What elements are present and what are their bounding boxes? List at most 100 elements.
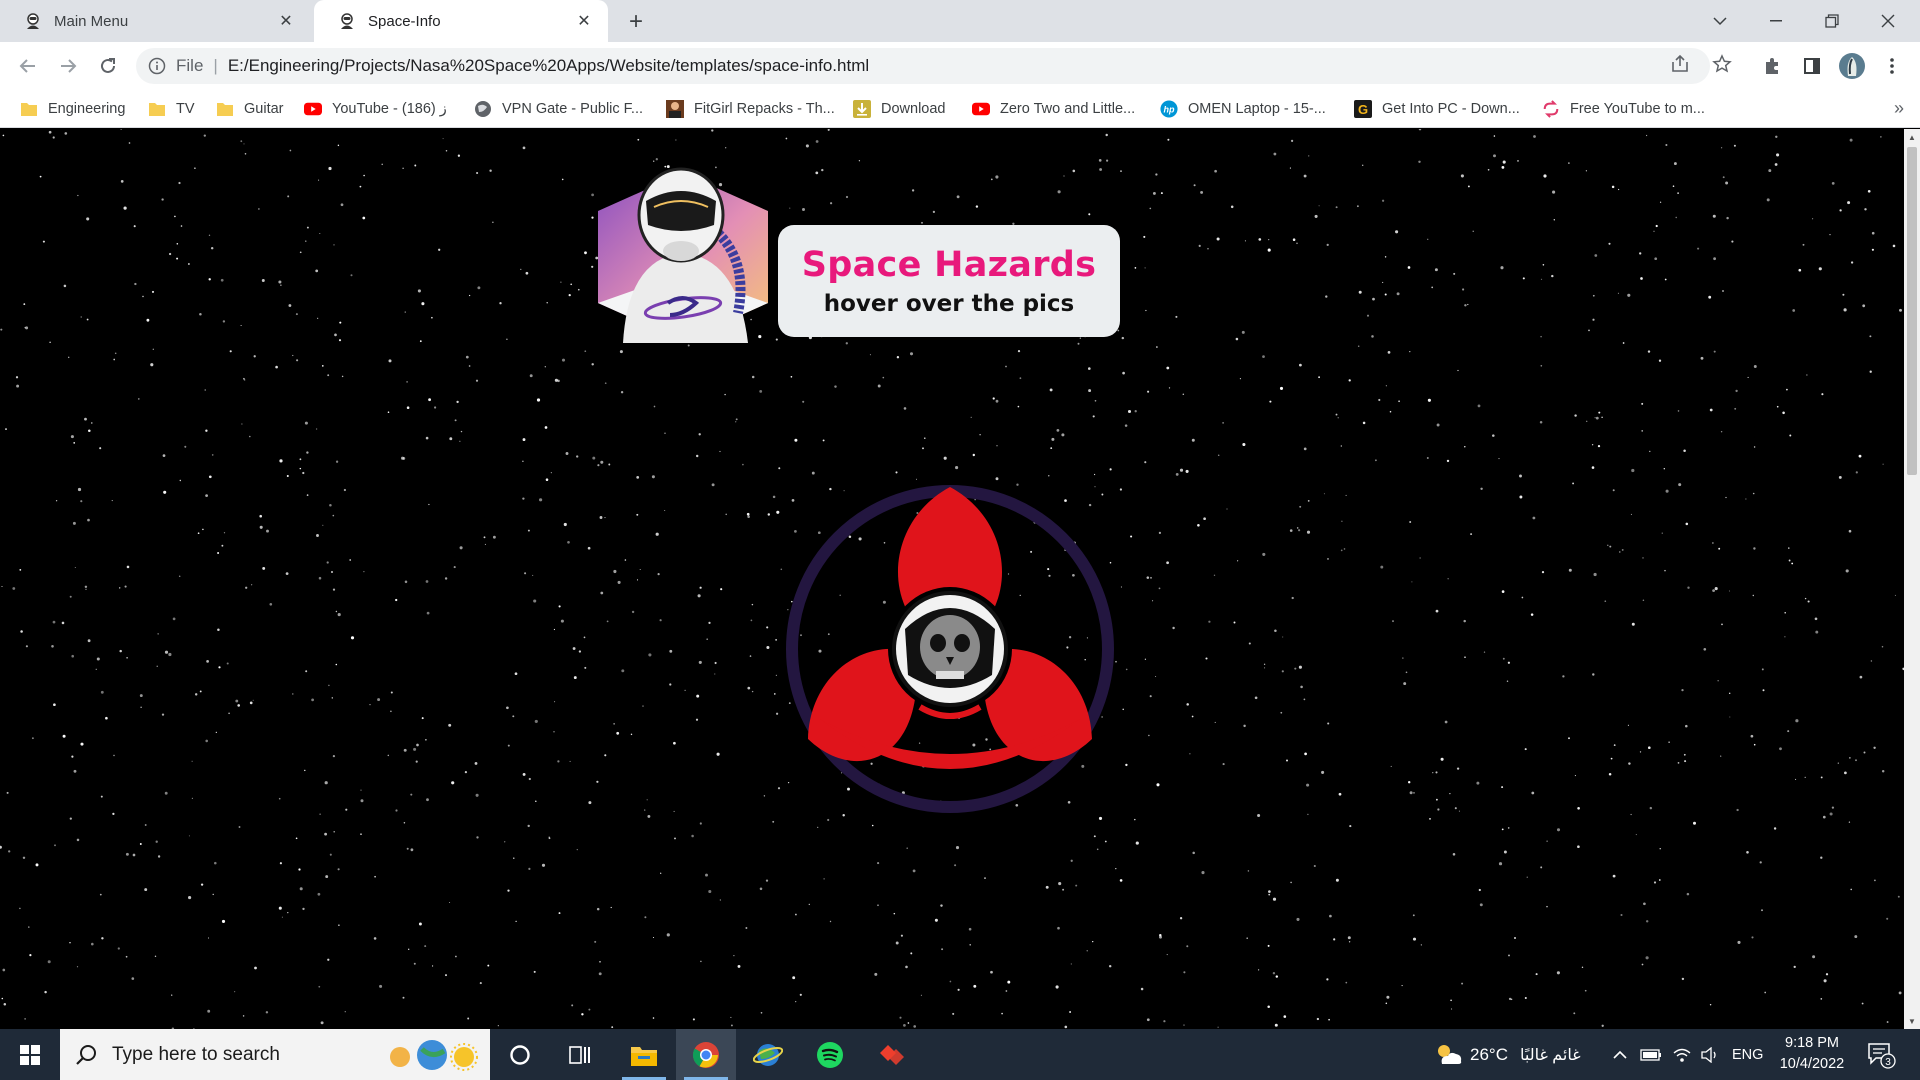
title-card: Space Hazards hover over the pics (778, 225, 1120, 337)
wifi-icon[interactable] (1672, 1029, 1692, 1080)
tab-title: Space-Info (368, 12, 441, 30)
youtube-icon (972, 100, 990, 118)
bookmark-item[interactable]: FitGirl Repacks - Th... (666, 98, 835, 120)
getintopc-icon: G (1354, 100, 1372, 118)
bookmark-label: FitGirl Repacks - Th... (694, 101, 835, 117)
minimize-icon[interactable] (1748, 0, 1804, 42)
browser-toolbar: File | E:/Engineering/Projects/Nasa%20Sp… (0, 42, 1920, 90)
bookmarks-bar: Engineering TV Guitar YouTube - ز (186) VPN … (0, 90, 1920, 128)
scroll-up-arrow-icon[interactable]: ▲ (1904, 129, 1920, 145)
address-bar[interactable]: File | E:/Engineering/Projects/Nasa%20Sp… (136, 48, 1710, 84)
weather-temp: 26°C (1470, 1044, 1508, 1064)
clock-date: 10/4/2022 (1779, 1056, 1845, 1072)
vertical-scrollbar[interactable]: ▲ ▼ (1904, 129, 1920, 1029)
bookmark-item[interactable]: YouTube - ز (186) (304, 98, 447, 120)
bookmark-label: Get Into PC - Down... (1382, 101, 1520, 117)
scroll-thumb[interactable] (1907, 147, 1917, 475)
spotify-icon[interactable] (800, 1029, 860, 1080)
info-icon[interactable] (148, 57, 166, 75)
share-icon[interactable] (1664, 48, 1696, 80)
anydesk-icon[interactable] (862, 1029, 922, 1080)
tab-close-icon[interactable]: ✕ (276, 11, 296, 31)
windows-taskbar: Type here to search 26°C غائم غالبًا ENG… (0, 1029, 1920, 1080)
kebab-menu-icon[interactable] (1876, 50, 1908, 82)
bookmark-item[interactable]: TV (148, 98, 195, 120)
search-highlight-planets-icon (390, 1040, 478, 1071)
language-indicator[interactable]: ENG (1732, 1029, 1763, 1080)
address-scheme: File (176, 56, 204, 75)
bookmark-label: Zero Two and Little... (1000, 101, 1136, 117)
page-viewport: Space Hazards hover over the pics (0, 129, 1904, 1029)
bookmarks-overflow-icon[interactable]: » (1894, 98, 1904, 119)
bookmark-item[interactable]: Engineering (20, 98, 125, 120)
globe-icon (474, 100, 492, 118)
search-icon (76, 1044, 96, 1065)
notification-count: 3 (1885, 1057, 1891, 1068)
biohazard-skull-astronaut-image[interactable] (780, 479, 1120, 819)
svg-text:G: G (1358, 102, 1368, 117)
bookmark-item[interactable]: Free YouTube to m... (1542, 98, 1705, 120)
bookmark-item[interactable]: Guitar (216, 98, 284, 120)
hp-icon: hp (1160, 100, 1178, 118)
taskbar-search-input[interactable]: Type here to search (60, 1029, 490, 1080)
page-title: Space Hazards (801, 245, 1097, 285)
bookmark-label: TV (176, 101, 195, 117)
clock-time: 9:18 PM (1785, 1035, 1839, 1051)
taskbar-clock[interactable]: 9:18 PM 10/4/2022 (1768, 1033, 1856, 1075)
tab-main-menu[interactable]: Main Menu ✕ (0, 0, 310, 42)
weather-widget[interactable]: 26°C غائم غالبًا (1434, 1029, 1581, 1080)
bookmark-label: Engineering (48, 101, 126, 117)
tab-search-chevron-icon[interactable] (1692, 0, 1748, 42)
battery-icon[interactable] (1640, 1029, 1662, 1080)
volume-icon[interactable] (1700, 1029, 1720, 1080)
show-hidden-icons-chevron-icon[interactable] (1612, 1029, 1628, 1080)
bookmark-label: OMEN Laptop - 15-... (1188, 101, 1326, 117)
astronaut-favicon (24, 12, 42, 30)
tab-title: Main Menu (54, 12, 129, 30)
folder-icon (216, 100, 234, 118)
bookmark-item[interactable]: Download (853, 98, 946, 120)
fitgirl-icon (666, 100, 684, 118)
profile-avatar[interactable] (1836, 50, 1868, 82)
astronaut-favicon (338, 12, 356, 30)
star-icon[interactable] (1706, 48, 1738, 80)
file-explorer-icon[interactable] (614, 1029, 674, 1080)
close-icon[interactable] (1860, 0, 1916, 42)
forward-arrow-icon[interactable] (52, 50, 84, 82)
download-icon (853, 100, 871, 118)
restore-icon[interactable] (1804, 0, 1860, 42)
bookmark-item[interactable]: G Get Into PC - Down... (1354, 98, 1520, 120)
chrome-icon[interactable] (676, 1029, 736, 1080)
bookmark-label: YouTube - ز (186) (332, 101, 447, 117)
bookmark-item[interactable]: Zero Two and Little... (972, 98, 1135, 120)
converter-icon (1542, 100, 1560, 118)
earth-app-icon[interactable] (738, 1029, 798, 1080)
reload-icon[interactable] (92, 50, 124, 82)
tab-space-info[interactable]: Space-Info ✕ (314, 0, 608, 42)
extensions-icon[interactable] (1756, 50, 1788, 82)
weather-text: غائم غالبًا (1519, 1046, 1581, 1064)
bookmark-item[interactable]: VPN Gate - Public F... (474, 98, 643, 120)
address-separator: | (213, 56, 218, 75)
side-panel-icon[interactable] (1796, 50, 1828, 82)
task-view-icon[interactable] (550, 1029, 610, 1080)
svg-text:hp: hp (1164, 105, 1175, 115)
bookmark-label: Guitar (244, 101, 284, 117)
windows-start-icon[interactable] (0, 1029, 60, 1080)
partly-cloudy-icon (1438, 1044, 1462, 1064)
folder-icon (20, 100, 38, 118)
cortana-icon[interactable] (490, 1029, 550, 1080)
astronaut-hexagon-image[interactable] (588, 153, 778, 343)
bookmark-label: VPN Gate - Public F... (502, 101, 644, 117)
address-url[interactable]: E:/Engineering/Projects/Nasa%20Space%20A… (228, 56, 869, 76)
bookmark-item[interactable]: hp OMEN Laptop - 15-... (1160, 98, 1326, 120)
notification-center-icon[interactable]: 3 (1866, 1039, 1896, 1069)
back-arrow-icon[interactable] (12, 50, 44, 82)
tab-close-icon[interactable]: ✕ (574, 11, 594, 31)
scroll-down-arrow-icon[interactable]: ▼ (1904, 1013, 1920, 1029)
plus-icon[interactable]: + (622, 8, 650, 36)
youtube-icon (304, 100, 322, 118)
page-header: Space Hazards hover over the pics (588, 153, 1128, 353)
bookmark-label: Download (881, 101, 946, 117)
tab-strip: Main Menu ✕ Space-Info ✕ + (0, 0, 1920, 42)
